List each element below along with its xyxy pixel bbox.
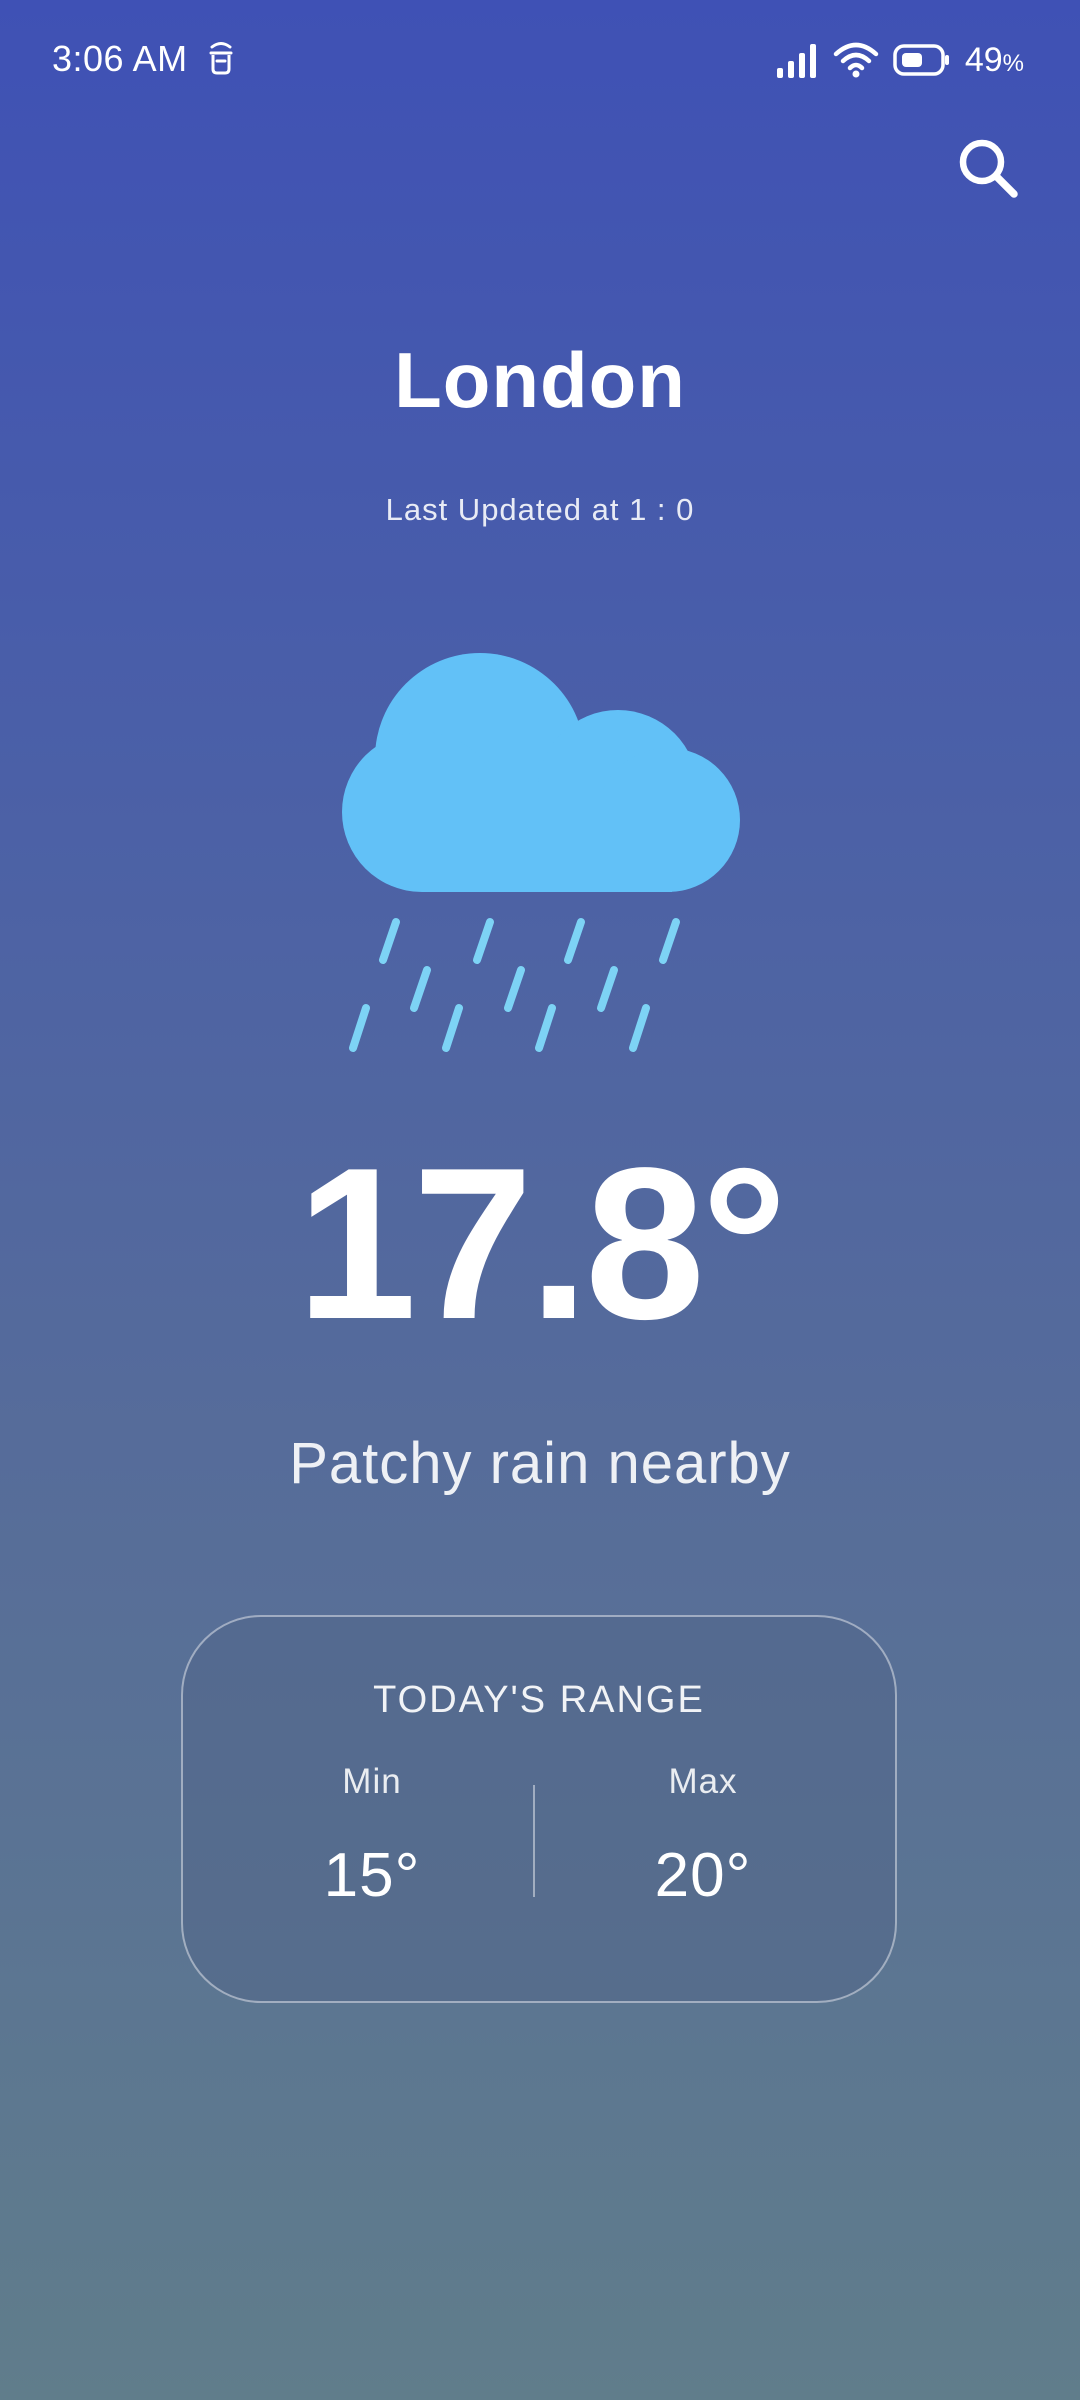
- max-label: Max: [668, 1762, 738, 1801]
- max-value: 20°: [654, 1841, 752, 1910]
- todays-range-card: TODAY'S RANGE Min 15° Max 20°: [181, 1615, 897, 2003]
- battery-percent: 49%: [964, 40, 1024, 79]
- max-temperature-column: Max 20°: [603, 1762, 803, 1911]
- rain-drops: [349, 918, 680, 1052]
- notification-icon: [209, 42, 233, 75]
- min-label: Min: [342, 1762, 402, 1801]
- current-temperature: 17.8°: [296, 1122, 788, 1364]
- battery-icon: [893, 44, 949, 76]
- min-value: 15°: [323, 1841, 421, 1910]
- cloud-shape: [342, 653, 740, 892]
- status-time: 3:06 AM: [52, 38, 188, 79]
- rain-cloud-icon: [342, 653, 740, 1052]
- weather-condition: Patchy rain nearby: [289, 1431, 791, 1496]
- last-updated-text: Last Updated at 1 : 0: [385, 492, 695, 527]
- city-name: London: [394, 336, 686, 424]
- search-icon: [959, 139, 1018, 198]
- signal-icon: [776, 44, 816, 78]
- status-bar: 3:06 AM 49%: [0, 0, 1080, 120]
- min-temperature-column: Min 15°: [272, 1762, 472, 1911]
- search-button[interactable]: [950, 130, 1026, 206]
- status-indicators: 49%: [775, 38, 1024, 82]
- wifi-icon: [833, 42, 879, 78]
- range-divider: [533, 1785, 535, 1897]
- range-title: TODAY'S RANGE: [373, 1679, 705, 1721]
